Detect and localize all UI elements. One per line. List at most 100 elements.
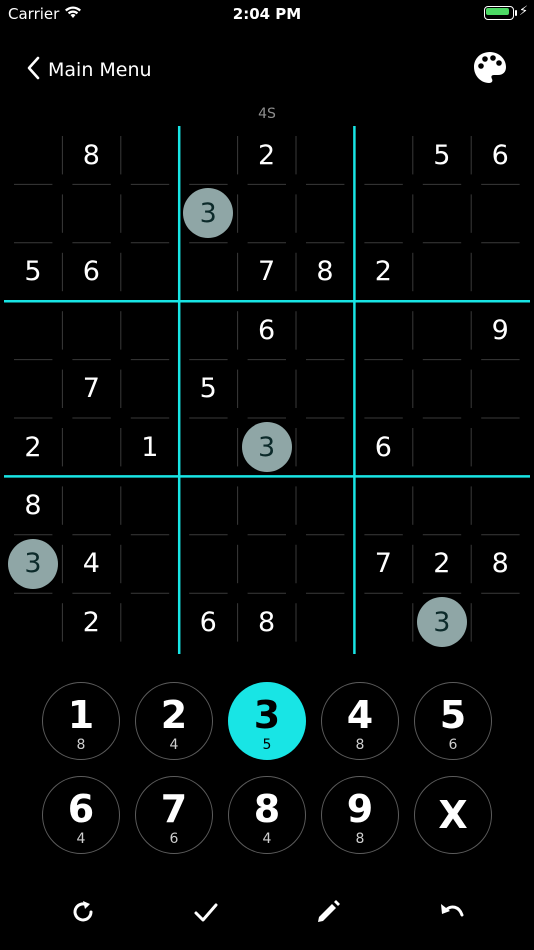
board-cell[interactable]	[471, 418, 529, 476]
board-cell[interactable]	[471, 243, 529, 301]
board-cell[interactable]	[4, 360, 62, 418]
board-cell[interactable]	[471, 476, 529, 534]
board-cell[interactable]	[179, 301, 237, 359]
board-cell[interactable]: 8	[471, 535, 529, 593]
board-cell[interactable]: 3	[179, 184, 237, 242]
board-cell[interactable]	[354, 476, 412, 534]
board-cell[interactable]: 6	[238, 301, 296, 359]
board-cell[interactable]	[413, 418, 471, 476]
board-cell[interactable]: 2	[413, 535, 471, 593]
number-button-1[interactable]: 18	[42, 682, 120, 760]
number-button-4[interactable]: 48	[321, 682, 399, 760]
board-cell[interactable]	[121, 535, 179, 593]
board-cell[interactable]	[62, 418, 120, 476]
number-button-9[interactable]: 98	[321, 776, 399, 854]
board-cell[interactable]	[296, 301, 354, 359]
board-cell[interactable]: 3	[413, 593, 471, 651]
board-cell[interactable]	[413, 243, 471, 301]
board-cell[interactable]	[121, 184, 179, 242]
board-cell[interactable]	[238, 535, 296, 593]
board-cell[interactable]: 2	[354, 243, 412, 301]
board-cell[interactable]: 6	[62, 243, 120, 301]
board-cell[interactable]: 9	[471, 301, 529, 359]
board-cell[interactable]	[296, 476, 354, 534]
board-cell[interactable]: 3	[4, 535, 62, 593]
board-cell[interactable]	[354, 360, 412, 418]
board-cell[interactable]	[238, 360, 296, 418]
board-cell[interactable]	[179, 126, 237, 184]
board-cell[interactable]	[121, 126, 179, 184]
board-cell[interactable]: 8	[4, 476, 62, 534]
erase-button[interactable]: X	[414, 776, 492, 854]
board-cell[interactable]: 2	[4, 418, 62, 476]
board-cell[interactable]: 6	[179, 593, 237, 651]
board-cell[interactable]	[179, 476, 237, 534]
palette-icon[interactable]	[472, 50, 508, 86]
board-cell[interactable]	[354, 184, 412, 242]
board-cell[interactable]	[238, 184, 296, 242]
board-cell[interactable]	[296, 184, 354, 242]
board-cell[interactable]	[121, 301, 179, 359]
board-cell[interactable]: 2	[62, 593, 120, 651]
board-cell[interactable]	[121, 476, 179, 534]
board-cell[interactable]	[296, 418, 354, 476]
board-cell[interactable]	[413, 360, 471, 418]
board-cell[interactable]: 6	[471, 126, 529, 184]
board-cell[interactable]: 4	[62, 535, 120, 593]
board-cell[interactable]	[121, 593, 179, 651]
board-cell[interactable]	[471, 593, 529, 651]
number-button-7[interactable]: 76	[135, 776, 213, 854]
board-cell[interactable]	[354, 126, 412, 184]
board-cell[interactable]	[296, 126, 354, 184]
board-cell[interactable]: 1	[121, 418, 179, 476]
board-cell[interactable]	[62, 301, 120, 359]
board-cell[interactable]: 3	[238, 418, 296, 476]
board-cell[interactable]	[179, 535, 237, 593]
board-cell[interactable]: 8	[296, 243, 354, 301]
main-menu-label: Main Menu	[48, 59, 152, 81]
number-button-6[interactable]: 64	[42, 776, 120, 854]
board-cell[interactable]	[413, 184, 471, 242]
board-cell[interactable]: 7	[62, 360, 120, 418]
cell-value: 2	[374, 256, 392, 288]
board-cell[interactable]	[296, 535, 354, 593]
board-cell[interactable]	[354, 301, 412, 359]
number-button-3[interactable]: 35	[228, 682, 306, 760]
board-cell[interactable]	[121, 360, 179, 418]
remaining-count: 6	[448, 737, 458, 753]
main-menu-button[interactable]: Main Menu	[26, 56, 152, 84]
board-cell[interactable]	[62, 184, 120, 242]
board-cell[interactable]: 8	[238, 593, 296, 651]
board-cell[interactable]	[4, 593, 62, 651]
number-button-2[interactable]: 24	[135, 682, 213, 760]
board-cell[interactable]	[4, 301, 62, 359]
board-cell[interactable]: 2	[238, 126, 296, 184]
board-cell[interactable]	[4, 184, 62, 242]
board-cell[interactable]	[179, 243, 237, 301]
undo-icon[interactable]	[432, 892, 472, 932]
board-cell[interactable]	[238, 476, 296, 534]
board-cell[interactable]	[413, 301, 471, 359]
board-cell[interactable]: 7	[238, 243, 296, 301]
restart-icon[interactable]	[63, 892, 103, 932]
board-cell[interactable]	[471, 360, 529, 418]
check-icon[interactable]	[186, 892, 226, 932]
board-cell[interactable]: 8	[62, 126, 120, 184]
board-cell[interactable]	[62, 476, 120, 534]
board-cell[interactable]	[296, 593, 354, 651]
board-cell[interactable]	[413, 476, 471, 534]
board-cell[interactable]	[4, 126, 62, 184]
board-cell[interactable]	[179, 418, 237, 476]
pencil-icon[interactable]	[308, 892, 348, 932]
board-cell[interactable]: 7	[354, 535, 412, 593]
board-cell[interactable]	[354, 593, 412, 651]
board-cell[interactable]: 5	[179, 360, 237, 418]
board-cell[interactable]	[471, 184, 529, 242]
board-cell[interactable]: 6	[354, 418, 412, 476]
board-cell[interactable]	[121, 243, 179, 301]
board-cell[interactable]	[296, 360, 354, 418]
number-button-5[interactable]: 56	[414, 682, 492, 760]
board-cell[interactable]: 5	[4, 243, 62, 301]
board-cell[interactable]: 5	[413, 126, 471, 184]
number-button-8[interactable]: 84	[228, 776, 306, 854]
